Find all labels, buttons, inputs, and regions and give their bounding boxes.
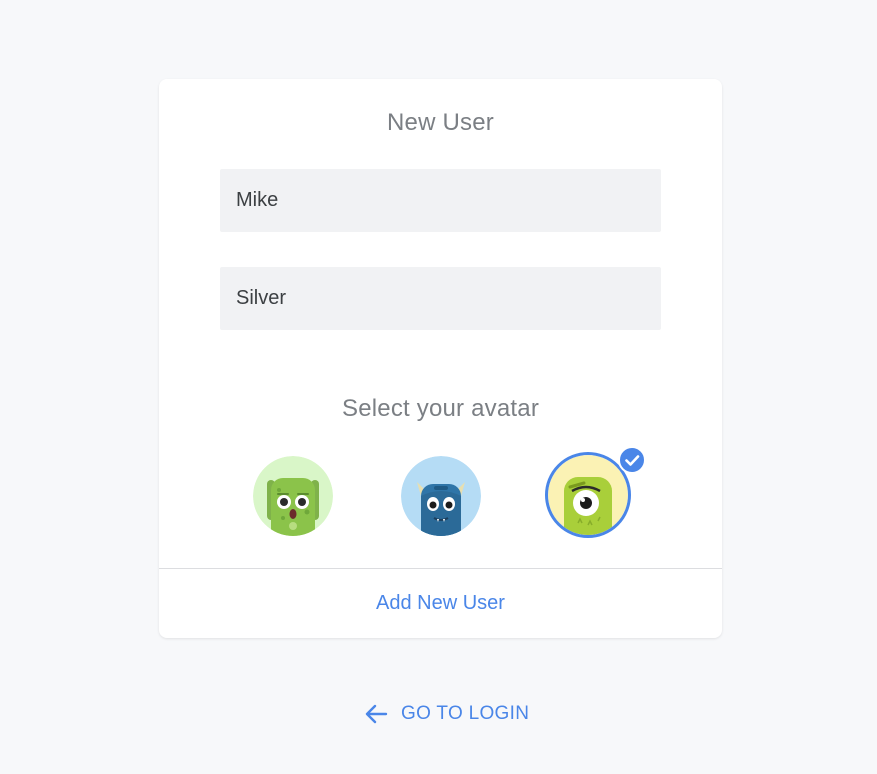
avatar-prompt: Select your avatar xyxy=(341,395,540,422)
green-monster-icon xyxy=(253,456,333,536)
first-name-input[interactable] xyxy=(220,169,661,232)
check-icon xyxy=(618,446,646,474)
blue-monster-icon xyxy=(401,456,481,536)
add-new-user-button[interactable]: Add New User xyxy=(159,569,722,638)
last-name-input[interactable] xyxy=(220,267,661,330)
avatar-option-yellow[interactable] xyxy=(545,446,646,538)
avatar-option-green[interactable] xyxy=(253,456,333,536)
new-user-card: New User Select your avatar xyxy=(159,79,722,638)
card-title: New User xyxy=(387,109,494,136)
avatar-option-blue[interactable] xyxy=(401,456,481,536)
go-to-login-label: GO TO LOGIN xyxy=(401,703,530,724)
go-to-login-link[interactable]: GO TO LOGIN xyxy=(363,700,529,728)
arrow-left-icon xyxy=(363,702,389,726)
